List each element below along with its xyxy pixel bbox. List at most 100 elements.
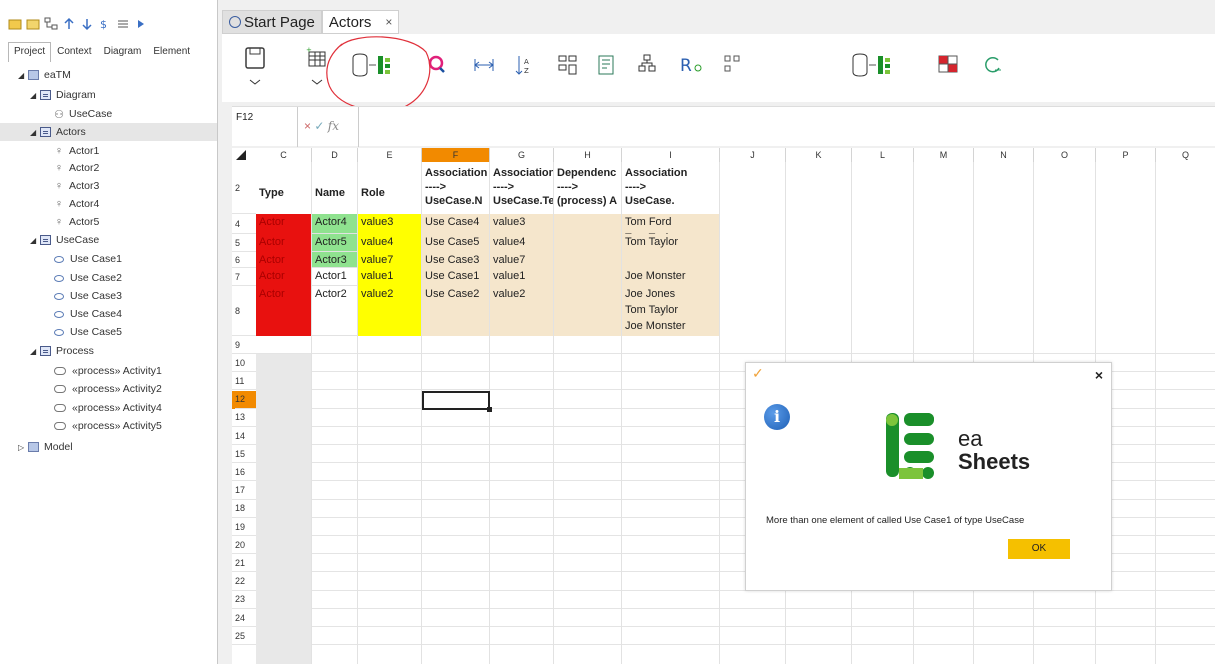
cell-e5[interactable]: value4: [358, 234, 422, 252]
cell-h5[interactable]: [554, 234, 622, 252]
cell-h4[interactable]: [554, 214, 622, 234]
expanded-arrow-icon[interactable]: ◢: [30, 347, 40, 356]
cell-e6[interactable]: value7: [358, 252, 422, 268]
column-header-p[interactable]: P: [1096, 148, 1156, 162]
column-header-q[interactable]: Q: [1156, 148, 1215, 162]
cell-d4[interactable]: Actor4: [312, 214, 358, 234]
column-header-d[interactable]: D: [312, 148, 358, 162]
row-header[interactable]: 11: [232, 372, 256, 391]
tree-item-usecase[interactable]: Use Case5: [54, 323, 122, 341]
column-header-o[interactable]: O: [1034, 148, 1096, 162]
header-cell-g[interactable]: Association ----> UseCase.Te: [490, 166, 554, 214]
selected-cell[interactable]: [422, 390, 492, 412]
hierarchy-icon[interactable]: [556, 50, 580, 80]
cell-f5[interactable]: Use Case5: [422, 234, 490, 252]
tab-diagram[interactable]: Diagram: [98, 42, 148, 62]
folder-icon[interactable]: [26, 17, 40, 31]
row-header[interactable]: 10: [232, 354, 256, 373]
save-icon[interactable]: [244, 46, 268, 88]
row-header[interactable]: 6: [232, 252, 256, 268]
row-header[interactable]: 17: [232, 482, 256, 500]
tree-item-activity[interactable]: «process» Activity2: [54, 380, 162, 398]
expanded-arrow-icon[interactable]: ◢: [30, 128, 40, 137]
cell-g4[interactable]: value3: [490, 214, 554, 234]
expanded-arrow-icon[interactable]: ◢: [18, 71, 28, 80]
cell-c5[interactable]: Actor: [256, 234, 312, 252]
cell-d7[interactable]: Actor1: [312, 268, 358, 286]
column-width-icon[interactable]: [472, 50, 496, 80]
fx-icon[interactable]: fx: [328, 119, 339, 133]
row-header[interactable]: 24: [232, 609, 256, 627]
document-icon[interactable]: [596, 50, 616, 80]
cell-d6[interactable]: Actor3: [312, 252, 358, 268]
column-header-e[interactable]: E: [358, 148, 422, 162]
cell-i5[interactable]: Tom Taylor: [622, 234, 720, 252]
cell-d5[interactable]: Actor5: [312, 234, 358, 252]
structure-icon[interactable]: [636, 50, 658, 80]
header-cell-h[interactable]: Dependenc ----> (process) A: [554, 166, 622, 214]
tree-item-actor[interactable]: ♀ Actor1: [54, 142, 99, 160]
cell-i8[interactable]: Joe Jones Tom Taylor Joe Monster: [622, 286, 720, 336]
ok-button[interactable]: OK: [1008, 539, 1070, 559]
column-header-k[interactable]: K: [786, 148, 852, 162]
row-header[interactable]: 16: [232, 463, 256, 482]
new-package-icon[interactable]: [8, 17, 22, 31]
row-header[interactable]: 7: [232, 268, 256, 286]
tree-item-activity[interactable]: «process» Activity1: [54, 362, 162, 380]
cell-i4[interactable]: Tom Ford Tom Taylor: [622, 214, 720, 234]
row-header[interactable]: 23: [232, 591, 256, 609]
tab-element[interactable]: Element: [147, 42, 196, 62]
tree-item-package[interactable]: ◢ UseCase: [30, 231, 99, 249]
sort-az-icon[interactable]: A Z: [514, 50, 534, 80]
collapsed-arrow-icon[interactable]: ▷: [18, 443, 28, 452]
fill-handle[interactable]: [487, 406, 492, 412]
column-header-i[interactable]: I: [622, 148, 720, 162]
close-dialog-button[interactable]: ×: [1095, 367, 1103, 383]
tree-item-model[interactable]: ◢ eaTM: [18, 66, 71, 84]
header-cell-c[interactable]: Type: [256, 186, 312, 214]
color-grid-icon[interactable]: [936, 50, 960, 80]
easheets-import-icon[interactable]: [850, 50, 906, 80]
header-cell-i[interactable]: Association ----> UseCase.: [622, 166, 720, 214]
cell-e4[interactable]: value3: [358, 214, 422, 234]
tree-item-actor[interactable]: ♀ Actor3: [54, 177, 99, 195]
tree-item-package[interactable]: ◢ Process: [30, 342, 94, 360]
header-cell-f[interactable]: Association ----> UseCase.N: [422, 166, 490, 214]
row-header[interactable]: 25: [232, 627, 256, 646]
column-header-m[interactable]: M: [914, 148, 974, 162]
row-header[interactable]: 8: [232, 286, 256, 336]
cell-g7[interactable]: value1: [490, 268, 554, 286]
row-header[interactable]: 19: [232, 518, 256, 536]
cell-c6[interactable]: Actor: [256, 252, 312, 268]
arrow-down-icon[interactable]: [80, 17, 94, 31]
column-header-j[interactable]: J: [720, 148, 786, 162]
cell-f4[interactable]: Use Case4: [422, 214, 490, 234]
tree-item-usecase[interactable]: Use Case2: [54, 269, 122, 287]
tree-item-usecase[interactable]: Use Case3: [54, 287, 122, 305]
cell-f8[interactable]: Use Case2: [422, 286, 490, 336]
row-header[interactable]: 14: [232, 427, 256, 445]
confirm-icon[interactable]: ✓: [314, 119, 324, 133]
formula-icons[interactable]: × ✓ fx: [304, 119, 339, 133]
row-header[interactable]: 4: [232, 214, 256, 234]
tree-item-actor[interactable]: ♀ Actor4: [54, 195, 99, 213]
tree-item-activity[interactable]: «process» Activity4: [54, 399, 162, 417]
cell-reference-box[interactable]: F12: [232, 107, 298, 147]
tab-actors[interactable]: Actors ×: [321, 10, 400, 34]
tab-context[interactable]: Context: [51, 42, 97, 62]
cell-d8[interactable]: Actor2: [312, 286, 358, 336]
tab-start-page[interactable]: Start Page: [222, 10, 322, 34]
cell-i7[interactable]: Joe Monster: [622, 268, 720, 286]
cell-c4[interactable]: Actor: [256, 214, 312, 234]
expanded-arrow-icon[interactable]: ◢: [30, 236, 40, 245]
cell-c7[interactable]: Actor: [256, 268, 312, 286]
row-header[interactable]: 9: [232, 336, 256, 354]
tree-item-usecase[interactable]: Use Case1: [54, 250, 122, 268]
tree-item-usecase[interactable]: Use Case4: [54, 305, 122, 323]
select-all-corner[interactable]: [236, 150, 246, 160]
column-header-h[interactable]: H: [554, 148, 622, 162]
cell-h8[interactable]: [554, 286, 622, 336]
cell-e8[interactable]: value2: [358, 286, 422, 336]
tab-project[interactable]: Project: [8, 42, 52, 62]
cell-g6[interactable]: value7: [490, 252, 554, 268]
